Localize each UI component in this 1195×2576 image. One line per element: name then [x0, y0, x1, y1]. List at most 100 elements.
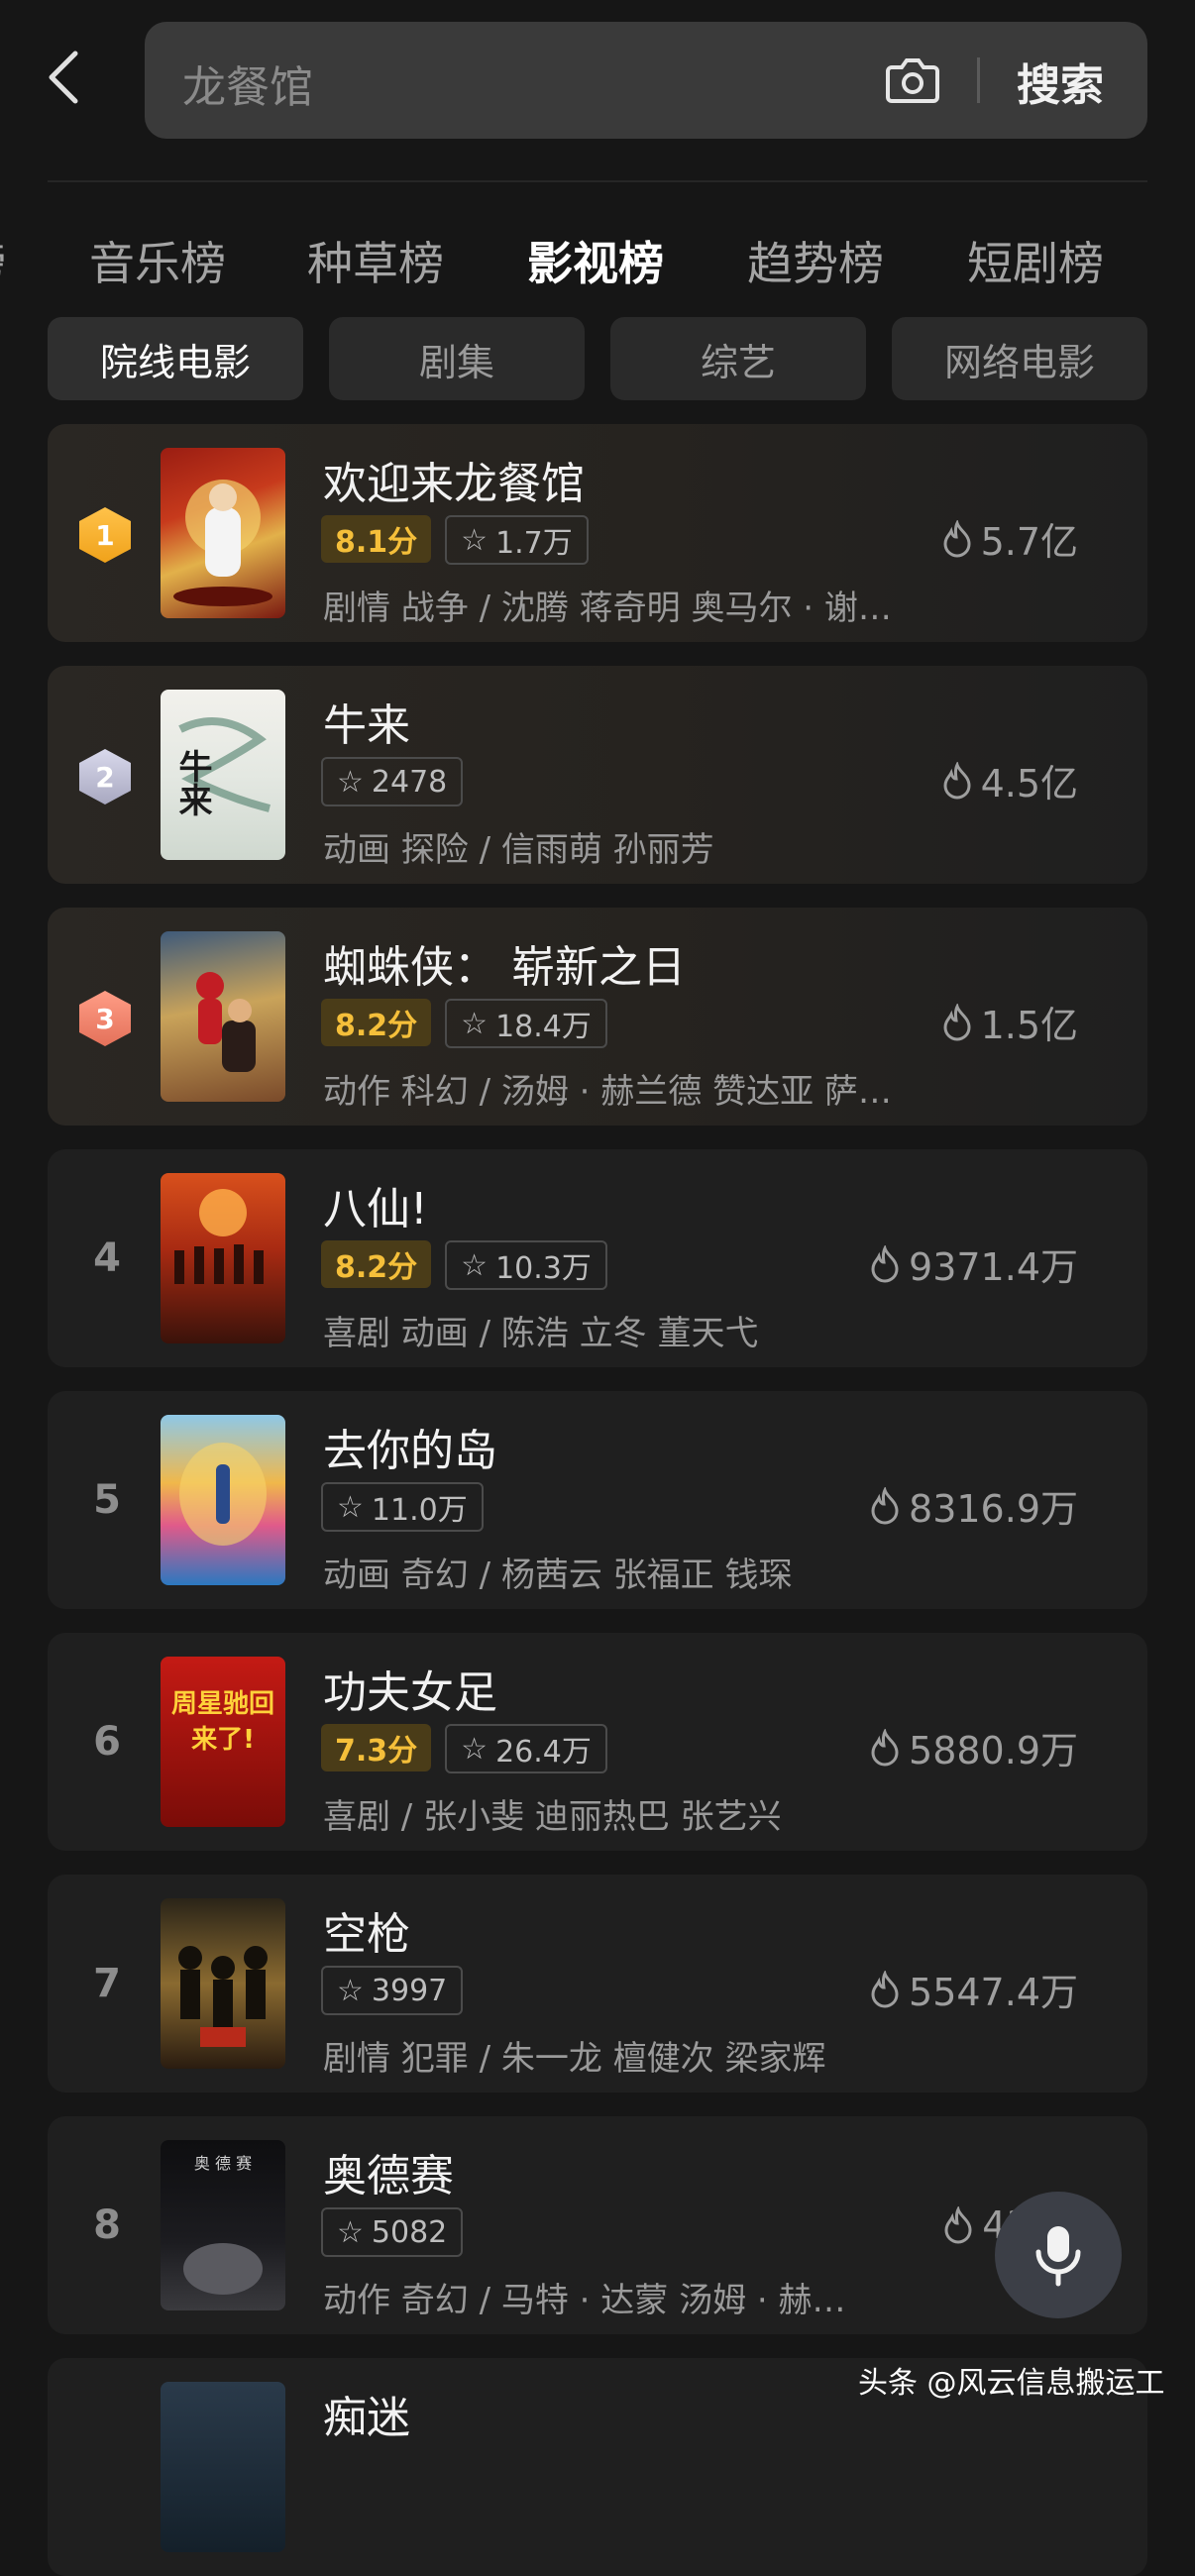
rank-number: 5	[93, 1477, 121, 1523]
poster-image	[161, 1415, 285, 1585]
list-item[interactable]: 2 牛来 牛来 ☆ 2478 动画 探险 / 信雨萌 孙丽芳 4.5亿	[48, 666, 1147, 884]
movie-title: 空枪	[323, 1909, 410, 1960]
want-badge: ☆ 10.3万	[445, 1240, 607, 1290]
list-item[interactable]: 6 周星驰回来了! 功夫女足 7.3分 ☆ 26.4万 喜剧 / 张小斐 迪丽热巴…	[48, 1633, 1147, 1851]
want-count: 26.4万	[495, 1735, 592, 1770]
heat-value: 4.5亿	[941, 753, 1078, 807]
movie-desc: 动作 奇幻 / 马特 · 达蒙 汤姆 · 赫…	[323, 2281, 846, 2320]
microphone-icon	[1035, 2226, 1081, 2287]
camera-icon[interactable]	[884, 52, 941, 107]
poster-image: 周星驰回来了!	[161, 1657, 285, 1827]
silver-medal-icon: 2	[79, 749, 131, 805]
poster-text: 奥 德 赛	[193, 2154, 253, 2173]
want-badge: ☆ 5082	[321, 2207, 464, 2257]
poster-text: 周星驰回来了!	[170, 1689, 274, 1755]
poster-image	[161, 1898, 285, 2069]
heat-value: 5.7亿	[941, 511, 1078, 566]
want-badge: ☆ 11.0万	[321, 1482, 484, 1532]
rank-number: 8	[93, 2202, 121, 2248]
movie-desc: 剧情 战争 / 沈腾 蒋奇明 奥马尔 · 谢…	[323, 589, 892, 628]
tab-grass[interactable]: 种草榜	[307, 228, 444, 293]
movie-desc: 动画 奇幻 / 杨茜云 张福正 钱琛	[323, 1556, 793, 1595]
heat-value: 8316.9万	[869, 1478, 1078, 1533]
movie-title: 痴迷	[323, 2393, 410, 2443]
want-count: 5082	[371, 2214, 448, 2250]
rank-number: 4	[93, 1235, 121, 1281]
list-item[interactable]: 3 蜘蛛侠： 崭新之日 8.2分 ☆ 18.4万 动作 科幻 / 汤姆 · 赫兰德…	[48, 908, 1147, 1126]
movie-title: 蜘蛛侠： 崭新之日	[323, 942, 686, 993]
want-count: 1.7万	[495, 526, 573, 561]
list-item[interactable]: 5 去你的岛 ☆ 11.0万 动画 奇幻 / 杨茜云 张福正 钱琛 8316.9万	[48, 1391, 1147, 1609]
ranking-tabs: 榜 音乐榜 种草榜 影视榜 趋势榜 短剧榜	[0, 218, 1195, 297]
tab-short-drama[interactable]: 短剧榜	[967, 228, 1104, 293]
score-badge: 8.2分	[321, 1240, 432, 1288]
heat-value: 5547.4万	[869, 1962, 1078, 2016]
list-item[interactable]: 1 欢迎来龙餐馆 8.1分 ☆ 1.7万 剧情 战争 / 沈腾 蒋奇明 奥马尔 ·…	[48, 424, 1147, 642]
fire-icon	[943, 1003, 971, 1040]
poster-image	[161, 931, 285, 1102]
search-bar[interactable]: 龙餐馆 搜索	[145, 22, 1147, 139]
movie-title: 去你的岛	[323, 1426, 497, 1476]
poster-image	[161, 1173, 285, 1343]
subtab-series[interactable]: 剧集	[329, 317, 585, 400]
movie-title: 奥德赛	[323, 2151, 454, 2201]
score-badge: 8.2分	[321, 999, 432, 1046]
poster-image: 牛来	[161, 690, 285, 860]
subtab-theater[interactable]: 院线电影	[48, 317, 303, 400]
star-icon: ☆	[461, 522, 489, 558]
want-badge: ☆ 3997	[321, 1966, 464, 2015]
movie-title: 功夫女足	[323, 1667, 497, 1718]
movie-desc: 喜剧 动画 / 陈浩 立冬 董天弋	[323, 1314, 759, 1353]
tab-partial[interactable]: 榜	[0, 228, 6, 293]
search-input[interactable]: 龙餐馆	[182, 52, 313, 115]
gold-medal-icon: 1	[79, 507, 131, 563]
want-badge: ☆ 1.7万	[445, 515, 589, 565]
fire-icon	[943, 519, 971, 557]
fire-icon	[943, 761, 971, 799]
heat-value: 5880.9万	[869, 1720, 1078, 1774]
list-item[interactable]: 7 空枪 ☆ 3997 剧情 犯罪 / 朱一龙 檀健次 梁家辉 5547.4万	[48, 1875, 1147, 2093]
movie-desc: 动画 探险 / 信雨萌 孙丽芳	[323, 830, 714, 870]
list-item[interactable]: 8 奥 德 赛 奥德赛 ☆ 5082 动作 奇幻 / 马特 · 达蒙 汤姆 · 赫…	[48, 2116, 1147, 2334]
want-count: 3997	[371, 1973, 448, 2008]
star-icon: ☆	[337, 764, 364, 800]
fire-icon	[944, 2206, 972, 2244]
tab-music[interactable]: 音乐榜	[89, 228, 226, 293]
heat-value: 1.5亿	[941, 995, 1078, 1049]
star-icon: ☆	[337, 1973, 364, 2008]
poster-image	[161, 448, 285, 618]
rank-number: 7	[93, 1961, 121, 2006]
back-arrow-icon[interactable]	[44, 48, 83, 107]
voice-input-button[interactable]	[995, 2192, 1122, 2318]
tab-film[interactable]: 影视榜	[527, 228, 664, 293]
score-badge: 7.3分	[321, 1724, 432, 1771]
tab-trend[interactable]: 趋势榜	[747, 228, 884, 293]
top-bar: 龙餐馆 搜索	[0, 0, 1195, 182]
want-count: 11.0万	[371, 1493, 468, 1528]
star-icon: ☆	[461, 1731, 489, 1767]
want-badge: ☆ 18.4万	[445, 999, 607, 1048]
score-badge: 8.1分	[321, 515, 432, 563]
poster-image: 奥 德 赛	[161, 2140, 285, 2310]
star-icon: ☆	[461, 1006, 489, 1041]
search-button[interactable]: 搜索	[1017, 50, 1104, 113]
want-badge: ☆ 26.4万	[445, 1724, 607, 1773]
rank-number: 6	[93, 1719, 121, 1765]
movie-title: 欢迎来龙餐馆	[323, 459, 585, 509]
subtab-variety[interactable]: 综艺	[610, 317, 866, 400]
fire-icon	[871, 1244, 899, 1282]
movie-desc: 剧情 犯罪 / 朱一龙 檀健次 梁家辉	[323, 2039, 826, 2079]
movie-title: 八仙!	[323, 1184, 428, 1234]
fire-icon	[871, 1728, 899, 1766]
fire-icon	[871, 1970, 899, 2007]
star-icon: ☆	[461, 1247, 489, 1283]
poster-image	[161, 2382, 285, 2552]
subtab-web-movie[interactable]: 网络电影	[892, 317, 1147, 400]
want-count: 10.3万	[495, 1251, 592, 1286]
list-item[interactable]: 4 八仙! 8.2分 ☆ 10.3万 喜剧 动画 / 陈浩 立冬 董天弋 9371…	[48, 1149, 1147, 1367]
want-count: 2478	[371, 764, 448, 800]
divider	[48, 180, 1147, 182]
heat-value: 9371.4万	[869, 1236, 1078, 1291]
sub-tabs: 院线电影 剧集 综艺 网络电影	[48, 317, 1147, 400]
want-count: 18.4万	[495, 1010, 592, 1044]
